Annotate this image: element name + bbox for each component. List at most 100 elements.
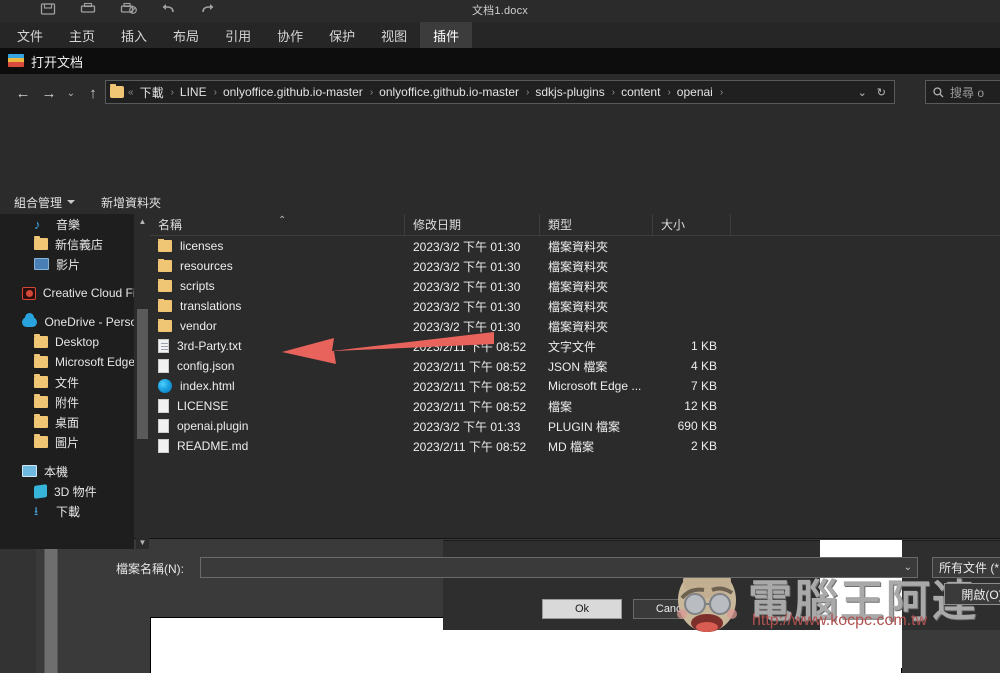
address-dropdown-icon[interactable]: ⌄ bbox=[858, 86, 867, 99]
column-header-2[interactable]: 類型 bbox=[540, 214, 653, 235]
back-button[interactable]: ← bbox=[10, 80, 36, 106]
redo-icon[interactable] bbox=[200, 2, 218, 18]
breadcrumb-item[interactable]: openai › bbox=[675, 85, 727, 99]
breadcrumb-item[interactable]: 下載 › bbox=[138, 84, 178, 101]
sidebar-scrollbar[interactable]: ▲ ▼ bbox=[136, 214, 149, 549]
sidebar-item-11[interactable]: 本機 bbox=[0, 461, 134, 481]
sidebar-item-0[interactable]: ♪ 音樂 bbox=[0, 214, 134, 234]
music-icon: ♪ bbox=[34, 216, 41, 232]
organize-menu[interactable]: 組合管理 bbox=[14, 194, 76, 211]
print-preview-icon[interactable] bbox=[120, 2, 138, 18]
sidebar-item-4[interactable]: OneDrive - Perso bbox=[0, 312, 134, 332]
tab-2[interactable]: 插入 bbox=[108, 22, 160, 48]
tab-6[interactable]: 保护 bbox=[316, 22, 368, 48]
sidebar-item-6[interactable]: Microsoft Edge bbox=[0, 352, 134, 372]
sidebar-item-9[interactable]: 桌面 bbox=[0, 412, 134, 432]
address-bar[interactable]: « 下載 › LINE › onlyoffice.github.io-master › on… bbox=[105, 80, 895, 104]
file-list-header[interactable]: ⌃ 名稱 修改日期 類型 大小 bbox=[150, 214, 1000, 236]
column-header-1[interactable]: 修改日期 bbox=[405, 214, 540, 235]
breadcrumb-item[interactable]: content › bbox=[619, 85, 675, 99]
plugin-toolbar: 打开文档 bbox=[0, 48, 1000, 74]
ribbon-tabs[interactable]: 文件 主页 插入 布局 引用 协作 保护 视图 插件 bbox=[0, 22, 1000, 48]
file-list[interactable]: ⌃ 名稱 修改日期 類型 大小 licenses 2023/3/2 下午 01:30 檔案… bbox=[150, 214, 1000, 549]
scroll-down-arrow-icon[interactable]: ▼ bbox=[136, 535, 149, 549]
download-icon: ⭳ bbox=[34, 503, 39, 518]
cloud-icon bbox=[22, 313, 38, 327]
folder-icon bbox=[158, 299, 172, 312]
filename-input[interactable] bbox=[207, 560, 897, 575]
print-icon[interactable] bbox=[80, 2, 98, 18]
file-name: config.json bbox=[177, 359, 235, 373]
edge-icon bbox=[158, 379, 172, 393]
sidebar-item-7[interactable]: 文件 bbox=[0, 372, 134, 392]
tab-7[interactable]: 视图 bbox=[368, 22, 420, 48]
breadcrumb-item[interactable]: onlyoffice.github.io-master › bbox=[221, 85, 377, 99]
file-row[interactable]: openai.plugin 2023/3/2 下午 01:33 PLUGIN 檔案 6… bbox=[150, 416, 1000, 436]
scroll-up-arrow-icon[interactable]: ▲ bbox=[136, 214, 149, 228]
filename-field[interactable]: ⌄ bbox=[200, 557, 918, 578]
file-row[interactable]: config.json 2023/2/11 下午 08:52 JSON 檔案 4 KB bbox=[150, 356, 1000, 376]
video-icon bbox=[34, 258, 49, 270]
creative-cloud-icon bbox=[22, 286, 36, 300]
quick-access-toolbar[interactable] bbox=[40, 2, 218, 18]
tab-8[interactable]: 插件 bbox=[420, 22, 473, 48]
recent-locations-button[interactable]: ⌄ bbox=[62, 80, 80, 106]
file-modified: 2023/2/11 下午 08:52 bbox=[413, 439, 527, 454]
column-header-3[interactable]: 大小 bbox=[653, 214, 731, 235]
tab-5[interactable]: 协作 bbox=[264, 22, 316, 48]
file-row[interactable]: vendor 2023/3/2 下午 01:30 檔案資料夾 bbox=[150, 316, 1000, 336]
file-row[interactable]: translations 2023/3/2 下午 01:30 檔案資料夾 bbox=[150, 296, 1000, 316]
scrollbar-thumb[interactable] bbox=[137, 309, 148, 439]
sidebar-item-2[interactable]: 影片 bbox=[0, 254, 134, 274]
breadcrumb-separator-icon: › bbox=[526, 86, 530, 98]
breadcrumb-item[interactable]: onlyoffice.github.io-master › bbox=[377, 85, 533, 99]
save-icon[interactable] bbox=[40, 2, 58, 18]
tab-4[interactable]: 引用 bbox=[212, 22, 264, 48]
sidebar-item-12[interactable]: 3D 物件 bbox=[0, 481, 134, 501]
sidebar-item-3[interactable]: Creative Cloud Fi bbox=[0, 283, 134, 303]
tab-label: 保护 bbox=[329, 28, 356, 44]
up-button[interactable]: ↑ bbox=[80, 80, 106, 106]
search-box[interactable]: 搜尋 o bbox=[925, 80, 1000, 104]
breadcrumb-item[interactable]: LINE › bbox=[178, 85, 221, 99]
refresh-icon[interactable]: ↻ bbox=[877, 86, 886, 99]
new-folder-button[interactable]: 新增資料夾 bbox=[101, 194, 161, 211]
file-type: 檔案資料夾 bbox=[548, 299, 609, 314]
open-button[interactable]: 開啟(O) bbox=[944, 583, 1000, 605]
chevron-down-icon[interactable]: ⌄ bbox=[904, 562, 912, 573]
file-row[interactable]: 3rd-Party.txt 2023/2/11 下午 08:52 文字文件 1 KB bbox=[150, 336, 1000, 356]
file-list-body[interactable]: licenses 2023/3/2 下午 01:30 檔案資料夾 resources 2… bbox=[150, 236, 1000, 456]
folder-icon bbox=[34, 434, 48, 448]
tab-1[interactable]: 主页 bbox=[56, 22, 108, 48]
filetype-dropdown[interactable]: 所有文件 (* bbox=[932, 557, 1000, 578]
sidebar-item-8[interactable]: 附件 bbox=[0, 392, 134, 412]
folder-icon bbox=[110, 84, 124, 98]
open-button-label: 開啟(O) bbox=[961, 587, 1000, 602]
sidebar-item-10[interactable]: 圖片 bbox=[0, 432, 134, 452]
undo-icon[interactable] bbox=[160, 2, 178, 18]
file-name-cell: vendor bbox=[150, 319, 405, 333]
sidebar-item-1[interactable]: 新信義店 bbox=[0, 234, 134, 254]
breadcrumb-label: onlyoffice.github.io-master bbox=[222, 85, 363, 99]
file-row[interactable]: README.md 2023/2/11 下午 08:52 MD 檔案 2 KB bbox=[150, 436, 1000, 456]
tab-3[interactable]: 布局 bbox=[160, 22, 212, 48]
forward-button[interactable]: → bbox=[36, 80, 62, 106]
file-row[interactable]: resources 2023/3/2 下午 01:30 檔案資料夾 bbox=[150, 256, 1000, 276]
folder-icon bbox=[158, 239, 172, 252]
file-row[interactable]: LICENSE 2023/2/11 下午 08:52 檔案 12 KB bbox=[150, 396, 1000, 416]
file-row[interactable]: index.html 2023/2/11 下午 08:52 Microsoft Ed… bbox=[150, 376, 1000, 396]
navigation-sidebar[interactable]: ♪ 音樂 新信義店 影片 Creative Cloud Fi OneDrive - Per… bbox=[0, 214, 134, 549]
sidebar-item-5[interactable]: Desktop bbox=[0, 332, 134, 352]
tab-0[interactable]: 文件 bbox=[4, 22, 56, 48]
folder-icon bbox=[34, 334, 48, 348]
file-row[interactable]: scripts 2023/3/2 下午 01:30 檔案資料夾 bbox=[150, 276, 1000, 296]
breadcrumb-item[interactable]: sdkjs-plugins › bbox=[533, 85, 619, 99]
breadcrumb-separator-icon: › bbox=[213, 86, 217, 98]
file-modified: 2023/3/2 下午 01:30 bbox=[413, 299, 521, 314]
open-document-plugin-button[interactable]: 打开文档 bbox=[8, 52, 83, 71]
file-icon bbox=[158, 419, 169, 433]
file-name: LICENSE bbox=[177, 399, 229, 413]
file-row[interactable]: licenses 2023/3/2 下午 01:30 檔案資料夾 bbox=[150, 236, 1000, 256]
ok-button[interactable]: Ok bbox=[542, 599, 622, 619]
sidebar-item-13[interactable]: ⭳ 下載 bbox=[0, 501, 134, 521]
